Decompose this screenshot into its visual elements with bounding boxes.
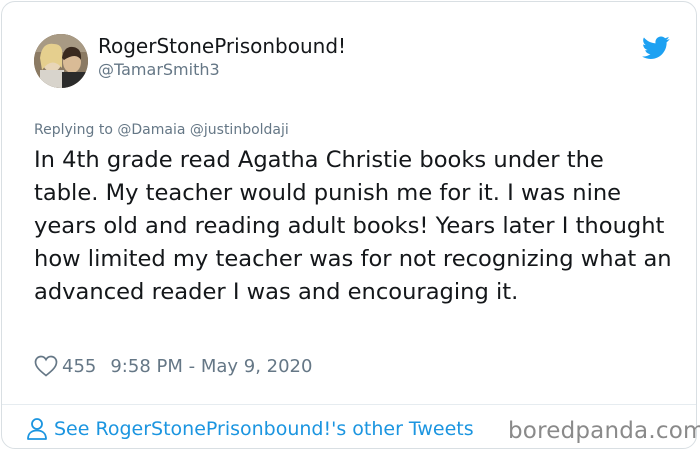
- avatar-photo: [34, 34, 88, 88]
- heart-icon[interactable]: [34, 355, 58, 377]
- reply-context: Replying to @Damaia @justinboldaji: [34, 122, 289, 138]
- divider: [2, 404, 696, 405]
- author-name[interactable]: RogerStonePrisonbound!: [98, 34, 346, 58]
- person-icon: [27, 418, 47, 440]
- author-handle[interactable]: @TamarSmith3: [98, 60, 220, 79]
- see-other-tweets-label[interactable]: See RogerStonePrisonbound!'s other Tweet…: [54, 418, 474, 440]
- tweet-text: In 4th grade read Agatha Christie books …: [34, 147, 672, 305]
- like-count: 455: [62, 355, 97, 377]
- see-other-tweets-link[interactable]: See RogerStonePrisonbound!'s other Tweet…: [26, 417, 474, 441]
- tweet-meta: 455 9:58 PM - May 9, 2020: [34, 353, 312, 379]
- tweet-card: RogerStonePrisonbound! @TamarSmith3 Repl…: [1, 1, 700, 449]
- timestamp[interactable]: 9:58 PM - May 9, 2020: [110, 356, 312, 377]
- reply-prefix: Replying to: [34, 122, 113, 138]
- watermark: boredpanda.com: [508, 418, 700, 444]
- reply-mentions[interactable]: @Damaia @justinboldaji: [117, 122, 288, 138]
- avatar[interactable]: [34, 34, 88, 88]
- twitter-bird-icon[interactable]: [642, 36, 670, 60]
